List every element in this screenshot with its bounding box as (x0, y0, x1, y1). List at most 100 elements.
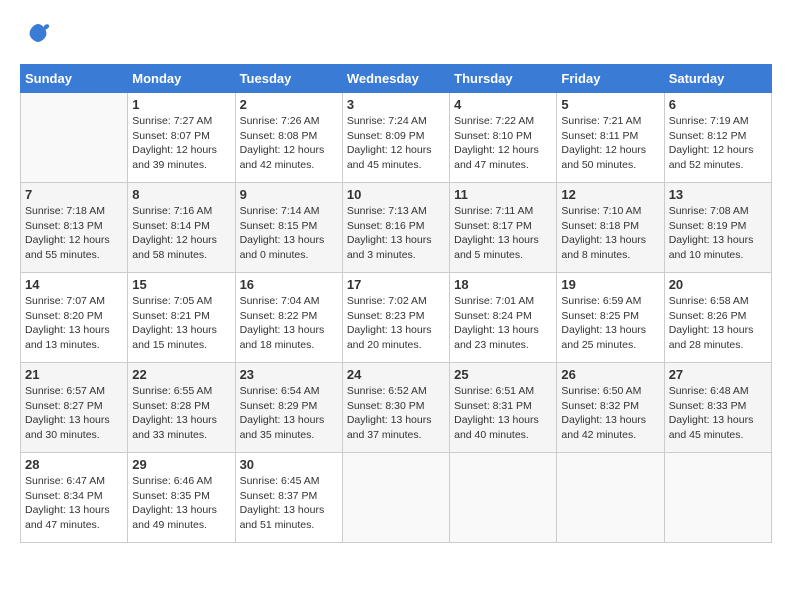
calendar-cell: 4Sunrise: 7:22 AM Sunset: 8:10 PM Daylig… (450, 93, 557, 183)
calendar-cell: 13Sunrise: 7:08 AM Sunset: 8:19 PM Dayli… (664, 183, 771, 273)
day-number: 9 (240, 187, 338, 202)
day-number: 11 (454, 187, 552, 202)
calendar-table: SundayMondayTuesdayWednesdayThursdayFrid… (20, 64, 772, 543)
day-number: 28 (25, 457, 123, 472)
calendar-cell: 7 Sunrise: 7:18 AM Sunset: 8:13 PM Daylig… (21, 183, 128, 273)
calendar-cell (21, 93, 128, 183)
day-info: Sunrise: 6:46 AM Sunset: 8:35 PM Dayligh… (132, 474, 230, 533)
calendar-cell: 26 Sunrise: 6:50 AM Sunset: 8:32 PM Dayli… (557, 363, 664, 453)
calendar-cell (450, 453, 557, 543)
calendar-cell (557, 453, 664, 543)
calendar-cell: 23Sunrise: 6:54 AM Sunset: 8:29 PM Dayli… (235, 363, 342, 453)
day-number: 22 (132, 367, 230, 382)
day-info: Sunrise: 6:48 AM Sunset: 8:33 PM Dayligh… (669, 384, 767, 443)
day-info: Sunrise: 7:22 AM Sunset: 8:10 PM Dayligh… (454, 114, 552, 173)
day-number: 17 (347, 277, 445, 292)
day-info: Sunrise: 7:27 AM Sunset: 8:07 PM Dayligh… (132, 114, 230, 173)
day-number: 26 (561, 367, 659, 382)
day-info: Sunrise: 6:47 AM Sunset: 8:34 PM Dayligh… (25, 474, 123, 533)
day-info: Sunrise: 7:16 AM Sunset: 8:14 PM Dayligh… (132, 204, 230, 263)
day-number: 16 (240, 277, 338, 292)
calendar-cell: 2Sunrise: 7:26 AM Sunset: 8:08 PM Daylig… (235, 93, 342, 183)
calendar-cell: 21 Sunrise: 6:57 AM Sunset: 8:27 PM Dayli… (21, 363, 128, 453)
calendar-cell: 20 Sunrise: 6:58 AM Sunset: 8:26 PM Dayli… (664, 273, 771, 363)
day-info: Sunrise: 7:11 AM Sunset: 8:17 PM Dayligh… (454, 204, 552, 263)
week-row-2: 7 Sunrise: 7:18 AM Sunset: 8:13 PM Daylig… (21, 183, 772, 273)
calendar-cell: 17 Sunrise: 7:02 AM Sunset: 8:23 PM Dayli… (342, 273, 449, 363)
calendar-cell: 18 Sunrise: 7:01 AM Sunset: 8:24 PM Dayli… (450, 273, 557, 363)
day-info: Sunrise: 6:52 AM Sunset: 8:30 PM Dayligh… (347, 384, 445, 443)
calendar-cell: 9 Sunrise: 7:14 AM Sunset: 8:15 PM Daylig… (235, 183, 342, 273)
day-info: Sunrise: 7:08 AM Sunset: 8:19 PM Dayligh… (669, 204, 767, 263)
day-number: 1 (132, 97, 230, 112)
calendar-cell: 22 Sunrise: 6:55 AM Sunset: 8:28 PM Dayli… (128, 363, 235, 453)
day-number: 24 (347, 367, 445, 382)
day-info: Sunrise: 6:50 AM Sunset: 8:32 PM Dayligh… (561, 384, 659, 443)
day-info: Sunrise: 7:21 AM Sunset: 8:11 PM Dayligh… (561, 114, 659, 173)
dow-header-wednesday: Wednesday (342, 65, 449, 93)
calendar-cell: 12 Sunrise: 7:10 AM Sunset: 8:18 PM Dayli… (557, 183, 664, 273)
logo (20, 20, 56, 54)
day-number: 5 (561, 97, 659, 112)
page-header (20, 20, 772, 54)
day-number: 18 (454, 277, 552, 292)
dow-header-thursday: Thursday (450, 65, 557, 93)
day-number: 19 (561, 277, 659, 292)
day-number: 15 (132, 277, 230, 292)
day-info: Sunrise: 6:55 AM Sunset: 8:28 PM Dayligh… (132, 384, 230, 443)
dow-header-friday: Friday (557, 65, 664, 93)
day-info: Sunrise: 7:07 AM Sunset: 8:20 PM Dayligh… (25, 294, 123, 353)
calendar-cell: 28 Sunrise: 6:47 AM Sunset: 8:34 PM Dayli… (21, 453, 128, 543)
calendar-cell: 16Sunrise: 7:04 AM Sunset: 8:22 PM Dayli… (235, 273, 342, 363)
day-number: 14 (25, 277, 123, 292)
week-row-4: 21 Sunrise: 6:57 AM Sunset: 8:27 PM Dayli… (21, 363, 772, 453)
calendar-cell: 5 Sunrise: 7:21 AM Sunset: 8:11 PM Daylig… (557, 93, 664, 183)
day-info: Sunrise: 6:51 AM Sunset: 8:31 PM Dayligh… (454, 384, 552, 443)
week-row-3: 14 Sunrise: 7:07 AM Sunset: 8:20 PM Dayli… (21, 273, 772, 363)
day-of-week-header-row: SundayMondayTuesdayWednesdayThursdayFrid… (21, 65, 772, 93)
day-info: Sunrise: 6:54 AM Sunset: 8:29 PM Dayligh… (240, 384, 338, 443)
calendar-cell: 24 Sunrise: 6:52 AM Sunset: 8:30 PM Dayli… (342, 363, 449, 453)
day-info: Sunrise: 6:57 AM Sunset: 8:27 PM Dayligh… (25, 384, 123, 443)
calendar-cell: 29Sunrise: 6:46 AM Sunset: 8:35 PM Dayli… (128, 453, 235, 543)
calendar-cell: 25 Sunrise: 6:51 AM Sunset: 8:31 PM Dayli… (450, 363, 557, 453)
day-number: 7 (25, 187, 123, 202)
dow-header-saturday: Saturday (664, 65, 771, 93)
calendar-cell (342, 453, 449, 543)
day-info: Sunrise: 7:01 AM Sunset: 8:24 PM Dayligh… (454, 294, 552, 353)
day-number: 12 (561, 187, 659, 202)
calendar-cell: 1 Sunrise: 7:27 AM Sunset: 8:07 PM Daylig… (128, 93, 235, 183)
calendar-cell: 6 Sunrise: 7:19 AM Sunset: 8:12 PM Daylig… (664, 93, 771, 183)
day-info: Sunrise: 7:26 AM Sunset: 8:08 PM Dayligh… (240, 114, 338, 173)
day-info: Sunrise: 7:10 AM Sunset: 8:18 PM Dayligh… (561, 204, 659, 263)
day-info: Sunrise: 7:02 AM Sunset: 8:23 PM Dayligh… (347, 294, 445, 353)
day-number: 20 (669, 277, 767, 292)
day-info: Sunrise: 7:13 AM Sunset: 8:16 PM Dayligh… (347, 204, 445, 263)
day-number: 3 (347, 97, 445, 112)
day-number: 8 (132, 187, 230, 202)
week-row-1: 1 Sunrise: 7:27 AM Sunset: 8:07 PM Daylig… (21, 93, 772, 183)
dow-header-monday: Monday (128, 65, 235, 93)
dow-header-sunday: Sunday (21, 65, 128, 93)
day-info: Sunrise: 7:19 AM Sunset: 8:12 PM Dayligh… (669, 114, 767, 173)
calendar-cell: 27 Sunrise: 6:48 AM Sunset: 8:33 PM Dayli… (664, 363, 771, 453)
logo-bird-icon (24, 20, 52, 54)
calendar-cell: 3 Sunrise: 7:24 AM Sunset: 8:09 PM Daylig… (342, 93, 449, 183)
day-info: Sunrise: 7:14 AM Sunset: 8:15 PM Dayligh… (240, 204, 338, 263)
day-info: Sunrise: 7:24 AM Sunset: 8:09 PM Dayligh… (347, 114, 445, 173)
day-info: Sunrise: 7:18 AM Sunset: 8:13 PM Dayligh… (25, 204, 123, 263)
calendar-cell: 11 Sunrise: 7:11 AM Sunset: 8:17 PM Dayli… (450, 183, 557, 273)
day-number: 27 (669, 367, 767, 382)
calendar-cell: 8 Sunrise: 7:16 AM Sunset: 8:14 PM Daylig… (128, 183, 235, 273)
calendar-cell: 15 Sunrise: 7:05 AM Sunset: 8:21 PM Dayli… (128, 273, 235, 363)
day-info: Sunrise: 6:58 AM Sunset: 8:26 PM Dayligh… (669, 294, 767, 353)
day-number: 21 (25, 367, 123, 382)
dow-header-tuesday: Tuesday (235, 65, 342, 93)
day-number: 25 (454, 367, 552, 382)
day-number: 6 (669, 97, 767, 112)
calendar-cell: 19 Sunrise: 6:59 AM Sunset: 8:25 PM Dayli… (557, 273, 664, 363)
day-info: Sunrise: 6:59 AM Sunset: 8:25 PM Dayligh… (561, 294, 659, 353)
day-info: Sunrise: 7:05 AM Sunset: 8:21 PM Dayligh… (132, 294, 230, 353)
calendar-cell: 14 Sunrise: 7:07 AM Sunset: 8:20 PM Dayli… (21, 273, 128, 363)
calendar-cell: 30Sunrise: 6:45 AM Sunset: 8:37 PM Dayli… (235, 453, 342, 543)
